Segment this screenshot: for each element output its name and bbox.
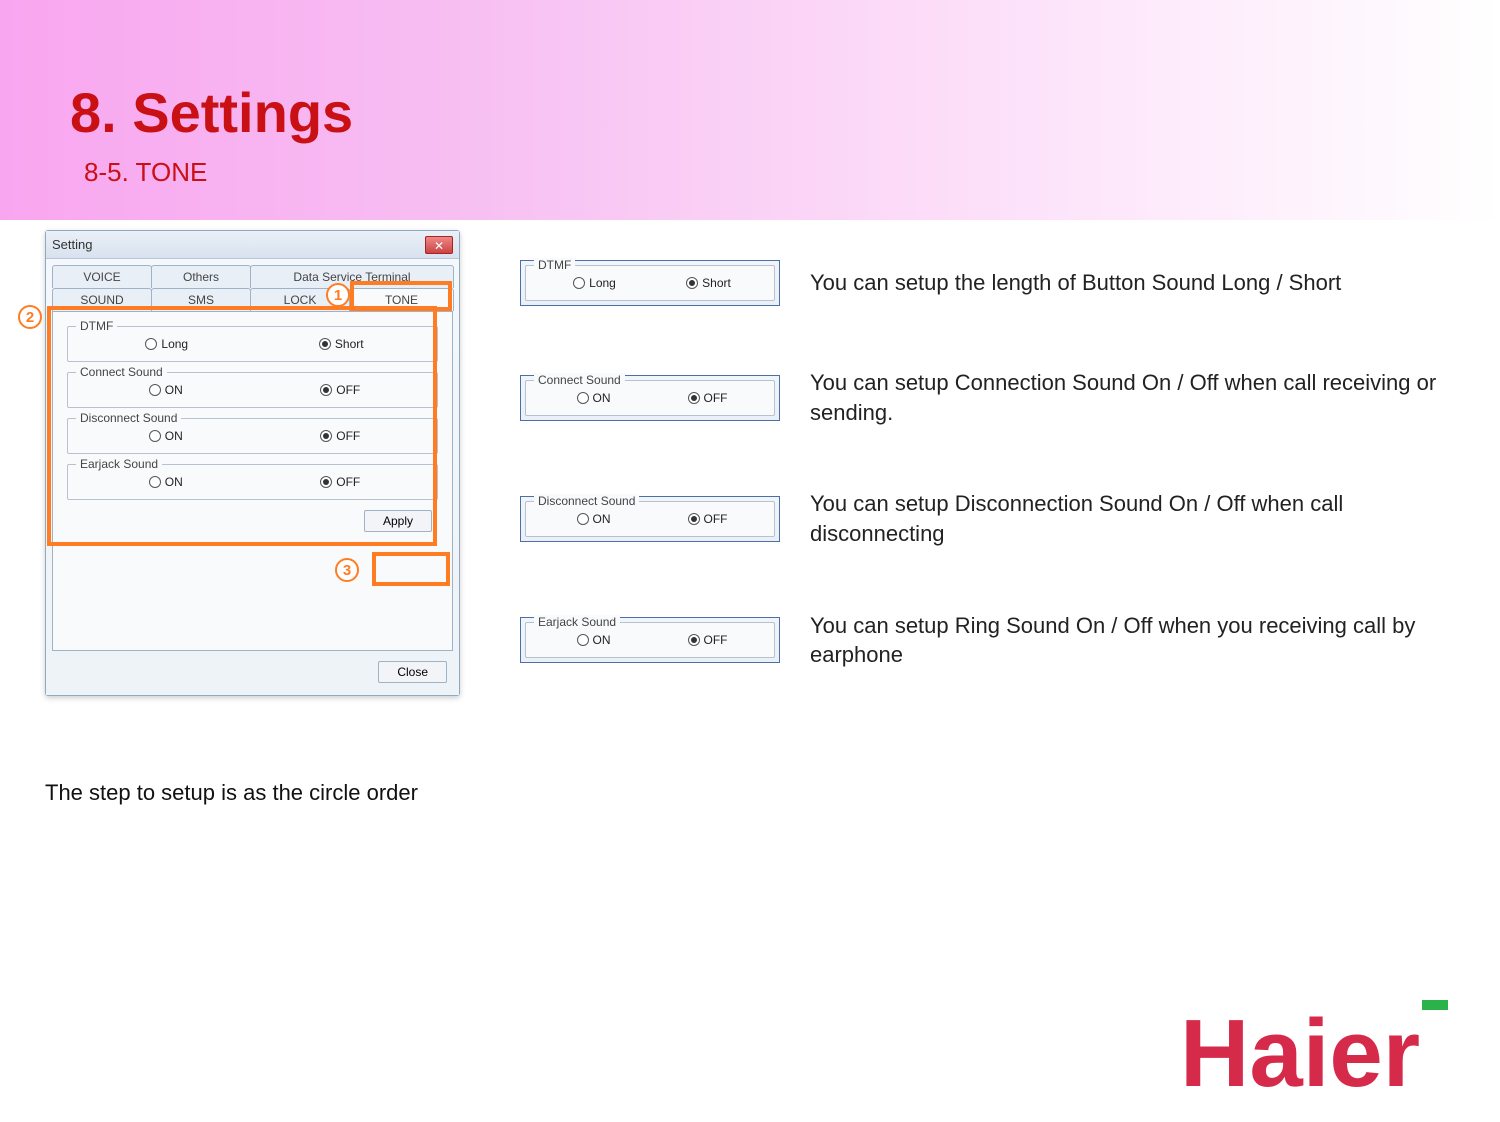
row-earjack: Earjack Sound ON OFF You can setup Ring … [520, 611, 1470, 670]
tab-voice[interactable]: VOICE [52, 265, 152, 288]
haier-logo: Haier [1180, 994, 1500, 1104]
desc-disconnect: You can setup Disconnection Sound On / O… [810, 489, 1470, 548]
header-banner: 8. Settings 8-5. TONE [0, 0, 1500, 220]
radio-disconnect-off[interactable]: OFF [320, 429, 360, 443]
marker-1: 1 [326, 283, 350, 307]
row-disconnect: Disconnect Sound ON OFF You can setup Di… [520, 489, 1470, 548]
tab-sound[interactable]: SOUND [52, 288, 152, 311]
marker-3: 3 [335, 558, 359, 582]
row-dtmf: DTMF Long Short You can setup the length… [520, 260, 1470, 306]
page-subtitle: 8-5. TONE [84, 157, 1500, 188]
close-button[interactable]: Close [378, 661, 447, 683]
desc-earjack: You can setup Ring Sound On / Off when y… [810, 611, 1470, 670]
close-icon[interactable]: ✕ [425, 236, 453, 254]
radio-dtmf-short[interactable]: Short [319, 337, 364, 351]
group-dtmf-legend: DTMF [76, 319, 117, 333]
group-connect: Connect Sound ON OFF [67, 372, 438, 408]
content-area: Setting ✕ VOICE Others Data Service Term… [0, 220, 1500, 260]
tab-sms[interactable]: SMS [151, 288, 251, 311]
tab-data-service-terminal[interactable]: Data Service Terminal [250, 265, 454, 288]
dialog-titlebar: Setting ✕ [46, 231, 459, 259]
group-disconnect: Disconnect Sound ON OFF [67, 418, 438, 454]
tab-area: VOICE Others Data Service Terminal SOUND… [46, 259, 459, 651]
tab-row-2: SOUND SMS LOCK TONE [52, 288, 453, 311]
tab-others[interactable]: Others [151, 265, 251, 288]
dialog-footer: Close [46, 651, 459, 695]
apply-button[interactable]: Apply [364, 510, 432, 532]
tab-tone[interactable]: TONE [349, 288, 454, 311]
snippet-earjack: Earjack Sound ON OFF [520, 617, 780, 663]
radio-earjack-off[interactable]: OFF [320, 475, 360, 489]
snippet-radio-dtmf-long[interactable]: Long [573, 276, 616, 290]
snippet-radio-connect-off[interactable]: OFF [688, 391, 728, 405]
radio-earjack-on[interactable]: ON [149, 475, 183, 489]
desc-dtmf: You can setup the length of Button Sound… [810, 268, 1470, 298]
snippet-radio-connect-on[interactable]: ON [577, 391, 611, 405]
tab-row-1: VOICE Others Data Service Terminal [52, 265, 453, 288]
row-connect: Connect Sound ON OFF You can setup Conne… [520, 368, 1470, 427]
group-dtmf: DTMF Long Short [67, 326, 438, 362]
highlight-box-3 [372, 552, 450, 586]
snippet-radio-dtmf-short[interactable]: Short [686, 276, 731, 290]
explanations: DTMF Long Short You can setup the length… [520, 260, 1470, 732]
dialog-title: Setting [52, 237, 92, 252]
radio-dtmf-long[interactable]: Long [145, 337, 188, 351]
page-title: 8. Settings [70, 80, 1500, 145]
snippet-disconnect: Disconnect Sound ON OFF [520, 496, 780, 542]
logo-text: Haier [1180, 1000, 1420, 1104]
group-earjack-legend: Earjack Sound [76, 457, 162, 471]
radio-disconnect-on[interactable]: ON [149, 429, 183, 443]
step-caption: The step to setup is as the circle order [45, 780, 418, 806]
desc-connect: You can setup Connection Sound On / Off … [810, 368, 1470, 427]
marker-2: 2 [18, 305, 42, 329]
snippet-radio-disconnect-on[interactable]: ON [577, 512, 611, 526]
snippet-connect: Connect Sound ON OFF [520, 375, 780, 421]
group-connect-legend: Connect Sound [76, 365, 167, 379]
group-disconnect-legend: Disconnect Sound [76, 411, 181, 425]
tab-panel-tone: DTMF Long Short Connect Sound ON OFF Dis… [52, 311, 453, 651]
radio-connect-on[interactable]: ON [149, 383, 183, 397]
snippet-radio-earjack-off[interactable]: OFF [688, 633, 728, 647]
group-earjack: Earjack Sound ON OFF [67, 464, 438, 500]
snippet-radio-disconnect-off[interactable]: OFF [688, 512, 728, 526]
setting-dialog: Setting ✕ VOICE Others Data Service Term… [45, 230, 460, 696]
radio-connect-off[interactable]: OFF [320, 383, 360, 397]
snippet-radio-earjack-on[interactable]: ON [577, 633, 611, 647]
snippet-dtmf: DTMF Long Short [520, 260, 780, 306]
